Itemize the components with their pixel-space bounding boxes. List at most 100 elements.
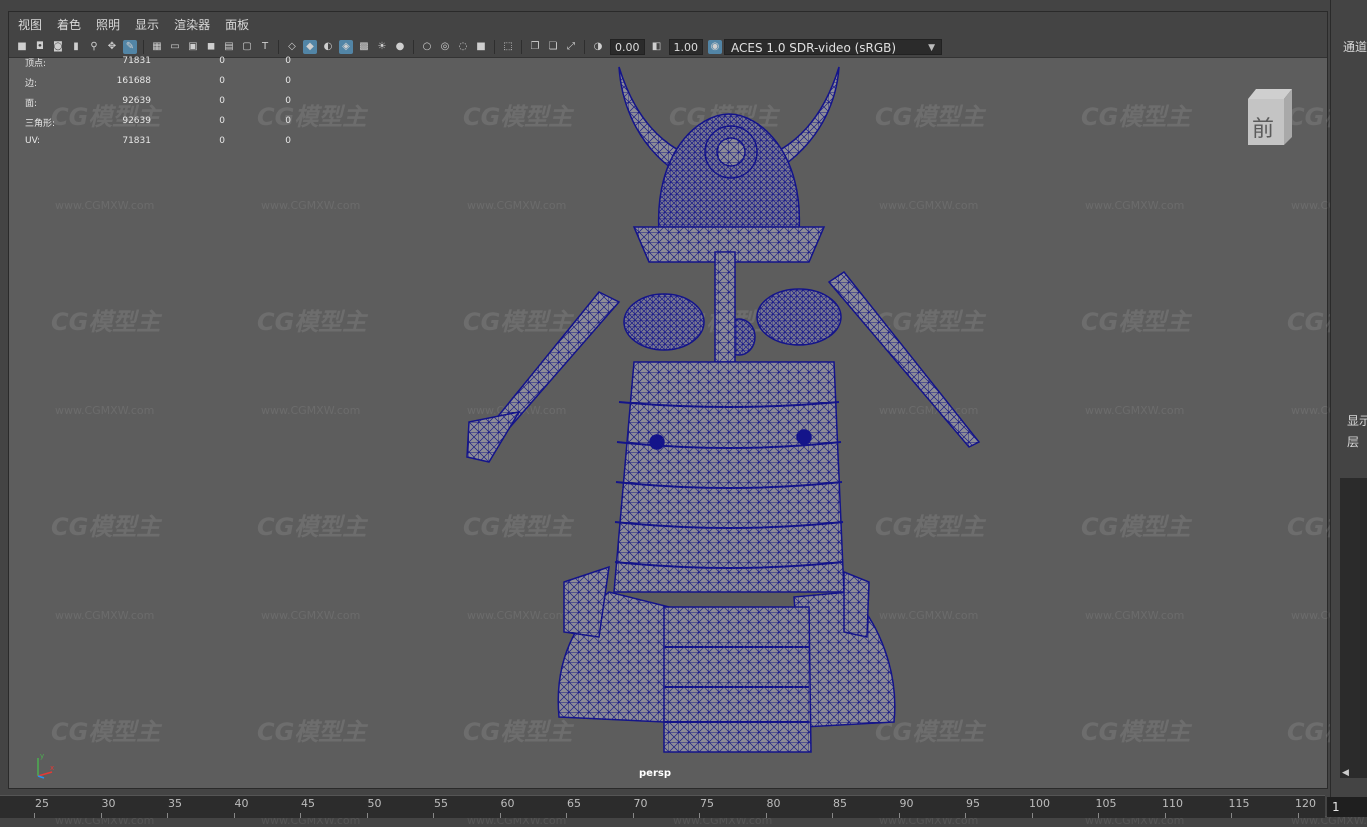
camera-icon[interactable]: ■ [15, 40, 29, 54]
samurai-armor-model[interactable] [449, 62, 1009, 762]
timeline-tick-label: 45 [301, 797, 315, 810]
timeline-tick-label: 50 [367, 797, 382, 810]
color-space-dropdown[interactable]: ACES 1.0 SDR-video (sRGB) ▼ [724, 38, 942, 55]
hud-row-edges: 边: 161688 0 0 [25, 76, 291, 96]
bookmark-icon[interactable]: ▮ [69, 40, 83, 54]
exposure-icon[interactable]: ◑ [591, 40, 605, 54]
menu-view[interactable]: 视图 [18, 16, 42, 33]
antialias-icon[interactable]: ◌ [456, 40, 470, 54]
watermark-logo: CG模型主 [257, 308, 367, 336]
view-cube-face-label[interactable]: 前 [1252, 111, 1274, 143]
layer-list[interactable] [1340, 478, 1367, 778]
channel-box-title[interactable]: 通道 [1343, 38, 1367, 55]
timeline-tick-label: 110 [1162, 797, 1183, 810]
maya-window: 视图 着色 照明 显示 渲染器 面板 ■ ◘ ◙ ▮ ⚲ ✥ ✎ ▦ ▭ ▣ ◼… [0, 0, 1367, 827]
timeline-tick-mark [699, 813, 700, 818]
camera-attr-icon[interactable]: ◘ [33, 40, 47, 54]
menu-panels[interactable]: 面板 [225, 16, 249, 33]
two-d-pan-icon[interactable]: ✥ [105, 40, 119, 54]
depth-of-field-icon[interactable]: ■ [474, 40, 488, 54]
use-all-lights-icon[interactable]: ☀ [375, 40, 389, 54]
field-chart-icon[interactable]: ▤ [222, 40, 236, 54]
panel-menu-bar: 视图 着色 照明 显示 渲染器 面板 [9, 12, 1327, 36]
isolate-icon[interactable]: ⬚ [501, 40, 515, 54]
timeline-tick-mark [167, 813, 168, 818]
gamma-icon[interactable]: ◧ [650, 40, 664, 54]
axis-gizmo-icon: y x [37, 752, 54, 779]
timeline-tick-label: 95 [966, 797, 980, 810]
timeline-tick-label: 60 [500, 797, 515, 810]
safe-title-icon[interactable]: T [258, 40, 272, 54]
panel-toolbar: ■ ◘ ◙ ▮ ⚲ ✥ ✎ ▦ ▭ ▣ ◼ ▤ ▢ T ◇ ◆ ◐ ◈ ▩ ☀ … [9, 36, 1327, 58]
grease-pencil-icon[interactable]: ✎ [123, 39, 137, 54]
view-transform-icon[interactable]: ❏ [546, 40, 560, 54]
watermark-url: www.CGMXW.com [261, 609, 361, 622]
gamma-field[interactable]: 1.00 [668, 38, 703, 55]
wireframe-icon[interactable]: ◇ [285, 40, 299, 54]
viewport-panel[interactable]: 视图 着色 照明 显示 渲染器 面板 ■ ◘ ◙ ▮ ⚲ ✥ ✎ ▦ ▭ ▣ ◼… [8, 11, 1367, 827]
timeline-tick-mark [100, 813, 102, 818]
timeline-tick-label: 65 [567, 797, 581, 810]
watermark-logo: CG模型主 [1081, 308, 1191, 336]
timeline-tick-mark [1031, 813, 1033, 818]
xray-icon[interactable]: ▩ [357, 40, 371, 54]
camera-sequencer-icon[interactable]: ◙ [51, 40, 65, 54]
frame-all-icon[interactable]: ⤢ [564, 40, 578, 54]
grid-icon[interactable]: ▦ [150, 40, 164, 54]
current-frame-field[interactable]: 1 [1327, 797, 1367, 817]
menu-shading[interactable]: 着色 [57, 16, 81, 33]
hud-row-vertices: 顶点: 71831 0 0 [25, 56, 291, 76]
timeline-tick-mark [1297, 813, 1299, 818]
tab-display[interactable]: 显示 [1347, 412, 1367, 429]
select-camera-icon[interactable]: ❐ [528, 40, 542, 54]
image-plane-icon[interactable]: ⚲ [87, 40, 101, 54]
timeline-tick-label: 30 [101, 797, 116, 810]
timeline-tick-label: 55 [434, 797, 448, 810]
film-gate-icon[interactable]: ▭ [168, 40, 182, 54]
resolution-gate-icon[interactable]: ▣ [186, 40, 200, 54]
timeline-tick-mark [765, 813, 767, 818]
color-management-icon[interactable]: ◉ [708, 39, 722, 54]
view-cube[interactable]: 前 [1244, 87, 1292, 147]
timeline-tick-mark [832, 813, 833, 818]
menu-lighting[interactable]: 照明 [96, 16, 120, 33]
smooth-shade-icon[interactable]: ◆ [303, 39, 317, 54]
timeline-tick-mark [898, 813, 900, 818]
menu-renderer[interactable]: 渲染器 [174, 16, 210, 33]
hud-row-uvs: UV: 71831 0 0 [25, 136, 291, 156]
motion-blur-icon[interactable]: ◎ [438, 40, 452, 54]
timeline-tick-mark [1231, 813, 1232, 818]
time-slider[interactable]: 25 30 35 40 45 50 55 60 65 70 75 80 85 90 95 100 105 110 1… [0, 795, 1325, 818]
watermark-logo: CG模型主 [51, 513, 161, 541]
camera-name-label: persp [639, 768, 671, 779]
gate-mask-icon[interactable]: ◼ [204, 40, 218, 54]
timeline-tick-label: 120 [1295, 797, 1316, 810]
scroll-left-icon[interactable]: ◀ [1342, 768, 1354, 780]
hud-value: 0 [285, 76, 291, 86]
hud-label: 三角形: [25, 119, 56, 129]
timeline-tick-label: 80 [766, 797, 781, 810]
watermark-logo: CG模型主 [1081, 103, 1191, 131]
hud-value: 71831 [122, 136, 151, 146]
exposure-field[interactable]: 0.00 [610, 38, 645, 55]
shadows-icon[interactable]: ● [393, 40, 407, 54]
ambient-occlusion-icon[interactable]: ○ [420, 40, 434, 54]
timeline-tick-mark [433, 813, 434, 818]
default-material-icon[interactable]: ◐ [321, 40, 335, 54]
toolbar-divider [143, 39, 144, 54]
tab-layer[interactable]: 层 [1347, 433, 1359, 450]
hud-label: 边: [25, 79, 38, 89]
menu-show[interactable]: 显示 [135, 16, 159, 33]
timeline-tick-label: 40 [234, 797, 249, 810]
timeline-tick-mark [566, 813, 567, 818]
right-shoulder [756, 288, 842, 346]
wireframe-on-shaded-icon[interactable]: ◈ [339, 39, 353, 54]
timeline-tick-mark [632, 813, 634, 818]
toolbar-divider [413, 39, 414, 54]
watermark-logo: CG模型主 [1081, 718, 1191, 746]
hud-label: 面: [25, 99, 38, 109]
timeline-tick-mark [300, 813, 301, 818]
safe-action-icon[interactable]: ▢ [240, 40, 254, 54]
hud-value: 92639 [122, 116, 151, 126]
timeline-tick-label: 90 [899, 797, 914, 810]
